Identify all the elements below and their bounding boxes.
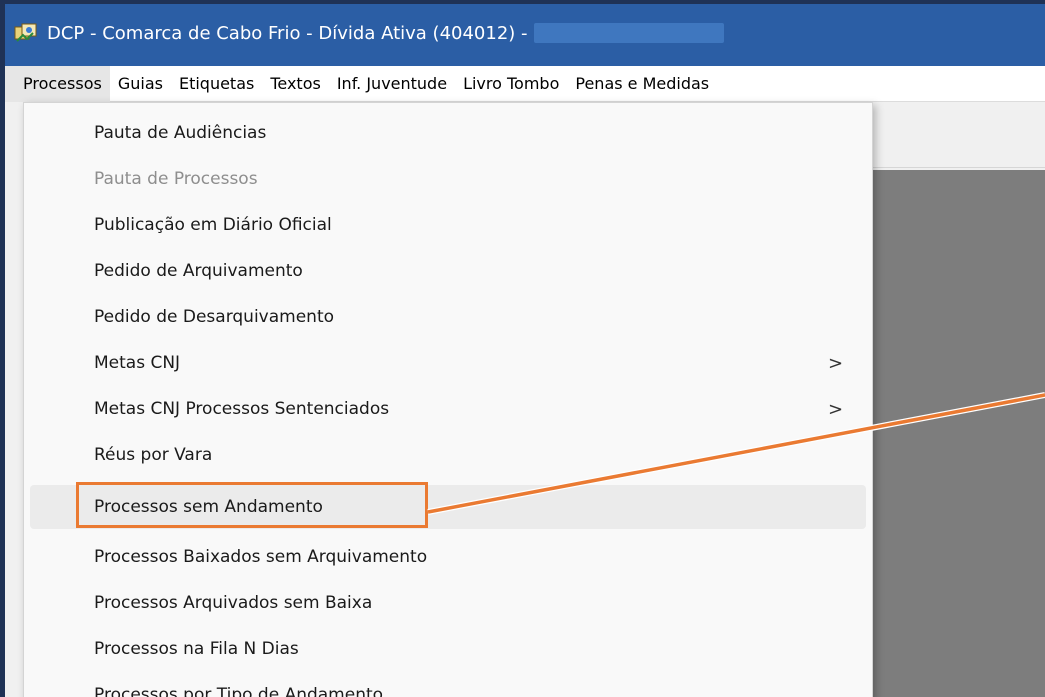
menu-item-label: Publicação em Diário Oficial — [94, 215, 332, 235]
menu-item-label: Pauta de Processos — [94, 169, 258, 189]
menu-item-processos-fila-n-dias[interactable]: Processos na Fila N Dias — [30, 627, 866, 671]
menu-item-label: Metas CNJ Processos Sentenciados — [94, 399, 390, 419]
menu-processos[interactable]: Processos — [5, 65, 110, 102]
menu-livro-tombo[interactable]: Livro Tombo — [455, 66, 567, 102]
application-window: DCP - Comarca de Cabo Frio - Dívida Ativ… — [5, 4, 1045, 697]
toolbar-area — [863, 108, 1045, 168]
menu-item-metas-cnj-sentenciados[interactable]: Metas CNJ Processos Sentenciados > — [30, 387, 866, 431]
app-icon[interactable] — [13, 21, 39, 45]
highlight-box — [76, 482, 428, 528]
menu-item-label: Pedido de Arquivamento — [94, 261, 303, 281]
menu-item-label: Pauta de Audiências — [94, 123, 267, 143]
menu-item-label: Processos Arquivados sem Baixa — [94, 593, 373, 613]
chevron-right-icon: > — [828, 398, 844, 420]
menu-bar: Processos Guias Etiquetas Textos Inf. Ju… — [5, 65, 1045, 102]
menu-item-pedido-arquivamento[interactable]: Pedido de Arquivamento — [30, 249, 866, 293]
redacted-title-segment — [533, 23, 724, 43]
chevron-right-icon: > — [828, 352, 844, 374]
menu-item-publicacao-diario-oficial[interactable]: Publicação em Diário Oficial — [30, 203, 866, 247]
menu-item-metas-cnj[interactable]: Metas CNJ > — [30, 341, 866, 385]
mdi-client-area — [863, 170, 1045, 697]
menu-item-processos-tipo-andamento[interactable]: Processos por Tipo de Andamento — [30, 673, 866, 697]
menu-textos[interactable]: Textos — [262, 66, 328, 102]
menu-item-processos-arquivados-sem-baixa[interactable]: Processos Arquivados sem Baixa — [30, 581, 866, 625]
menu-item-processos-baixados-sem-arquivamento[interactable]: Processos Baixados sem Arquivamento — [30, 535, 866, 579]
menu-item-label: Processos Baixados sem Arquivamento — [94, 547, 428, 567]
menu-item-label: Metas CNJ — [94, 353, 181, 373]
menu-guias[interactable]: Guias — [110, 66, 171, 102]
menu-item-reus-por-vara[interactable]: Réus por Vara — [30, 433, 866, 477]
menu-inf-juventude[interactable]: Inf. Juventude — [329, 66, 455, 102]
menu-item-label: Processos por Tipo de Andamento — [94, 685, 384, 697]
menu-etiquetas[interactable]: Etiquetas — [171, 66, 262, 102]
window-title: DCP - Comarca de Cabo Frio - Dívida Ativ… — [47, 22, 528, 44]
menu-item-pauta-processos: Pauta de Processos — [30, 157, 866, 201]
title-bar: DCP - Comarca de Cabo Frio - Dívida Ativ… — [5, 4, 1045, 66]
menu-item-label: Réus por Vara — [94, 445, 213, 465]
title-row: DCP - Comarca de Cabo Frio - Dívida Ativ… — [5, 18, 1045, 48]
menu-item-label: Pedido de Desarquivamento — [94, 307, 335, 327]
menu-item-label: Processos na Fila N Dias — [94, 639, 299, 659]
menu-penas-e-medidas[interactable]: Penas e Medidas — [567, 66, 717, 102]
processos-dropdown-menu: Pauta de Audiências Pauta de Processos P… — [23, 102, 873, 697]
menu-item-pauta-audiencias[interactable]: Pauta de Audiências — [30, 111, 866, 155]
menu-item-pedido-desarquivamento[interactable]: Pedido de Desarquivamento — [30, 295, 866, 339]
